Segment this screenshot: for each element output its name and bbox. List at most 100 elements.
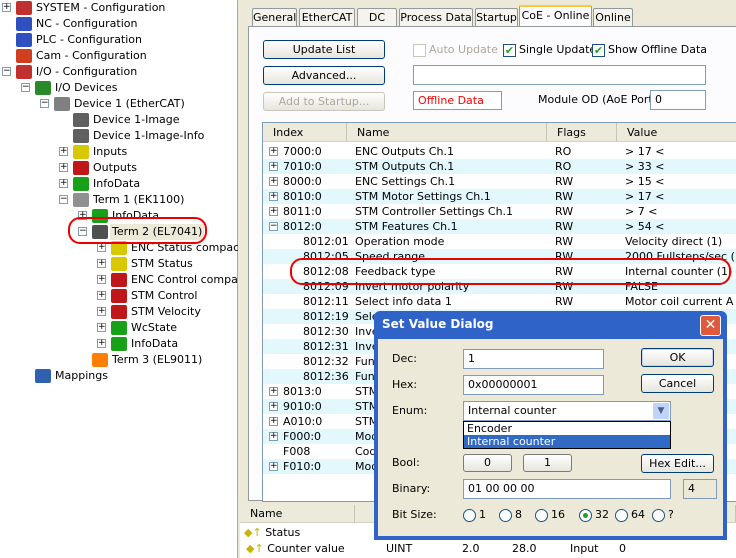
tree-item[interactable]: Cam - Configuration [0,48,238,64]
tree-item[interactable]: + STM Velocity [0,304,238,320]
col-header-value[interactable]: Value [617,123,736,142]
expand-icon[interactable]: + [59,163,68,172]
tab-dc[interactable]: DC [357,8,397,27]
tab-process-data[interactable]: Process Data [399,8,473,27]
splitter[interactable] [238,0,248,558]
table-row[interactable]: +8011:0 STM Controller Settings Ch.1 RW > 7… [263,204,736,219]
hex-edit-button[interactable]: Hex Edit... [641,454,714,473]
tab-online[interactable]: Online [593,8,633,27]
show-offline-data-checkbox[interactable]: ✔ [592,44,605,57]
expand-icon[interactable]: + [97,259,106,268]
module-od-input[interactable]: 0 [650,90,706,110]
expand-icon[interactable]: + [269,207,278,216]
table-row[interactable]: +8000:0 ENC Settings Ch.1 RW > 15 < [263,174,736,189]
var-row-status[interactable]: ◆↑ Status [244,526,300,539]
tab-ethercat[interactable]: EtherCAT [299,8,355,27]
tree-item[interactable]: Term 3 (EL9011) [0,352,238,368]
tree-item[interactable]: − I/O - Configuration [0,64,238,80]
table-row[interactable]: +7000:0 ENC Outputs Ch.1 RO > 17 < [263,144,736,159]
single-update-label[interactable]: Single Update [519,43,596,56]
expand-icon[interactable]: + [269,432,278,441]
bit-size-label-unknown[interactable]: ? [668,508,674,521]
ok-button[interactable]: OK [641,348,714,367]
tree-item[interactable]: + Outputs [0,160,238,176]
tree-item[interactable]: − Term 1 (EK1100) [0,192,238,208]
col-header-index[interactable]: Index [263,123,347,142]
tree-item[interactable]: Mappings [0,368,238,384]
tree-item[interactable]: + STM Status [0,256,238,272]
bit-size-radio-64[interactable] [615,509,628,522]
tree-item[interactable]: PLC - Configuration [0,32,238,48]
tab-general[interactable]: General [252,8,297,27]
collapse-icon[interactable]: − [2,67,11,76]
expand-icon[interactable]: + [97,339,106,348]
collapse-icon[interactable]: − [59,195,68,204]
tree-view[interactable]: + SYSTEM - Configuration NC - Configuratio… [0,0,248,558]
table-row[interactable]: 8012:11 Select info data 1 RW Motor coil cu… [263,294,736,309]
bit-size-label-16[interactable]: 16 [551,508,565,521]
expand-icon[interactable]: + [97,307,106,316]
tab-startup[interactable]: Startup [475,8,518,27]
table-row[interactable]: +8010:0 STM Motor Settings Ch.1 RW > 17 < [263,189,736,204]
expand-icon[interactable]: + [269,177,278,186]
table-row[interactable]: −8012:0 STM Features Ch.1 RW > 54 < [263,219,736,234]
tree-item[interactable]: NC - Configuration [0,16,238,32]
enum-option-internal-counter[interactable]: Internal counter [464,435,670,448]
bit-size-radio-1[interactable] [463,509,476,522]
expand-icon[interactable]: + [269,462,278,471]
var-row-counter-value[interactable]: ◆↑ Counter value UINT 2.0 28.0 Input 0 [246,542,736,555]
expand-icon[interactable]: + [269,192,278,201]
expand-icon[interactable]: + [269,162,278,171]
expand-icon[interactable]: + [269,387,278,396]
bit-size-label-8[interactable]: 8 [515,508,522,521]
tree-item[interactable]: + ENC Control compact [0,272,248,288]
tree-item[interactable]: + STM Control [0,288,238,304]
bit-size-radio-16[interactable] [535,509,548,522]
show-offline-data-label[interactable]: Show Offline Data [608,43,707,56]
col-header-var-name[interactable]: Name [240,505,355,523]
col-header-flags[interactable]: Flags [547,123,617,142]
tree-item[interactable]: + SYSTEM - Configuration [0,0,238,16]
tab-coe-online[interactable]: CoE - Online [519,5,592,27]
table-row[interactable]: +7010:0 STM Outputs Ch.1 RO > 33 < [263,159,736,174]
collapse-icon[interactable]: − [269,222,278,231]
table-row[interactable]: 8012:01 Operation mode RW Velocity direct (… [263,234,736,249]
expand-icon[interactable]: + [97,275,106,284]
expand-icon[interactable]: + [269,147,278,156]
bit-size-label-1[interactable]: 1 [479,508,486,521]
expand-icon[interactable]: + [59,179,68,188]
tree-item[interactable]: − I/O Devices [0,80,238,96]
collapse-icon[interactable]: − [40,99,49,108]
cancel-button[interactable]: Cancel [641,374,714,393]
bit-size-radio-unknown[interactable] [652,509,665,522]
tree-item[interactable]: Device 1-Image-Info [0,128,238,144]
tree-item[interactable]: Device 1-Image [0,112,238,128]
bit-size-radio-8[interactable] [499,509,512,522]
enum-select[interactable]: Internal counter ▼ [463,401,671,421]
tree-item[interactable]: + WcState [0,320,238,336]
hex-input[interactable]: 0x00000001 [463,375,604,395]
collapse-icon[interactable]: − [21,83,30,92]
update-list-button[interactable]: Update List [263,40,385,59]
col-header-name[interactable]: Name [347,123,547,142]
enum-option-encoder[interactable]: Encoder [464,422,670,435]
advanced-button[interactable]: Advanced... [263,66,385,85]
expand-icon[interactable]: + [59,147,68,156]
binary-input[interactable]: 01 00 00 00 [463,479,671,499]
tree-item[interactable]: + Inputs [0,144,238,160]
expand-icon[interactable]: + [97,323,106,332]
bit-size-label-32[interactable]: 32 [595,508,609,521]
bit-size-radio-32[interactable] [579,509,592,522]
expand-icon[interactable]: + [97,291,106,300]
tree-item[interactable]: + InfoData [0,336,238,352]
expand-icon[interactable]: + [2,3,11,12]
tree-item[interactable]: + InfoData [0,176,238,192]
chevron-down-icon[interactable]: ▼ [653,403,669,419]
expand-icon[interactable]: + [269,417,278,426]
bit-size-label-64[interactable]: 64 [631,508,645,521]
expand-icon[interactable]: + [97,243,106,252]
close-icon[interactable]: ✕ [700,315,721,336]
dec-input[interactable]: 1 [463,349,604,369]
bool-1-button[interactable]: 1 [523,454,572,472]
bool-0-button[interactable]: 0 [463,454,512,472]
